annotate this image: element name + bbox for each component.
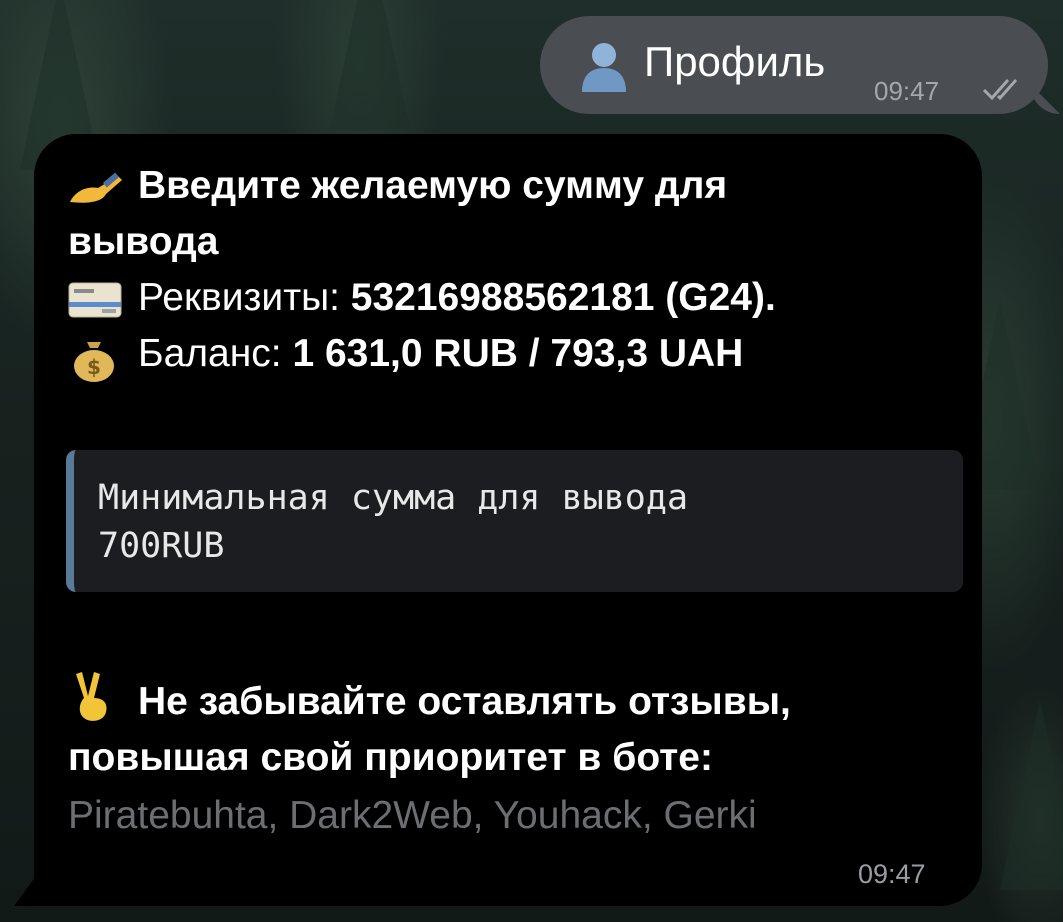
double-check-icon (982, 79, 1018, 101)
minimum-amount-quote: Минимальная сумма для вывода 700RUB (66, 450, 963, 592)
reminder-line-1: Не забывайте оставлять отзывы, (138, 680, 791, 723)
title-line-2: вывода (68, 220, 219, 263)
message-text: Профиль (644, 38, 826, 85)
forum-sites-list: Piratebuhta, Dark2Web, Youhack, Gerki (68, 794, 757, 837)
balance-label: Баланс: (138, 332, 293, 375)
requisites-label: Реквизиты: (138, 276, 351, 319)
victory-hand-icon (76, 672, 107, 721)
incoming-bubble-tail (14, 876, 36, 906)
credit-card-icon (68, 282, 122, 318)
balance-line: Баланс: 1 631,0 RUB / 793,3 UAH (138, 326, 743, 382)
money-bag-icon: $ (74, 342, 114, 382)
balance-value: 1 631,0 RUB / 793,3 UAH (292, 332, 744, 375)
outgoing-bubble-tail (1030, 84, 1060, 114)
incoming-message-bubble[interactable]: Введите желаемую сумму для вывода Реквиз… (34, 134, 982, 906)
background-tree (330, 0, 410, 130)
user-silhouette-icon (582, 43, 626, 92)
message-time: 09:47 (874, 76, 940, 106)
quote-line-2: 700RUB (98, 526, 225, 566)
svg-text:$: $ (87, 355, 101, 379)
writing-hand-icon (70, 172, 122, 203)
message-time: 09:47 (858, 859, 926, 889)
requisites-value[interactable]: 53216988562181 (G24). (351, 276, 776, 319)
quote-text: Минимальная сумма для вывода 700RUB (98, 474, 688, 570)
title-line-1: Введите желаемую сумму для (138, 164, 728, 207)
reminder-line-2: повышая свой приоритет в боте: (68, 736, 713, 779)
background-tree (1000, 700, 1063, 890)
requisites-line: Реквизиты: 53216988562181 (G24). (138, 270, 776, 326)
quote-line-1: Минимальная сумма для вывода (98, 478, 689, 518)
outgoing-message-bubble[interactable]: Профиль 09:47 (540, 16, 1048, 114)
